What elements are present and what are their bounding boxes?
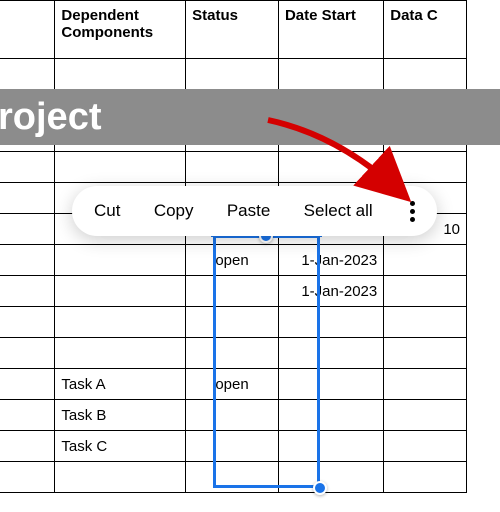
cell-date: 1-Jan-2023: [278, 276, 383, 307]
header-task[interactable]: sk: [0, 1, 55, 59]
table-row[interactable]: 1-Jan-2023: [0, 276, 467, 307]
project-title-text: roject: [0, 96, 101, 139]
table-row[interactable]: open1-Jan-2023: [0, 245, 467, 276]
header-dependent-components[interactable]: Dependent Components: [55, 1, 186, 59]
paste-button[interactable]: Paste: [227, 201, 270, 221]
header-row: sk Dependent Components Status Date Star…: [0, 1, 467, 59]
cell-status: open: [186, 245, 279, 276]
cell-dependent: Task C: [55, 431, 186, 462]
table-row[interactable]: [0, 307, 467, 338]
table-row[interactable]: Task C: [0, 431, 467, 462]
table-row[interactable]: Task Aopen: [0, 369, 467, 400]
cell-status: open: [186, 369, 279, 400]
table-row[interactable]: [0, 462, 467, 493]
spreadsheet-grid[interactable]: sk Dependent Components Status Date Star…: [0, 0, 467, 493]
table-row[interactable]: [0, 59, 467, 90]
header-status[interactable]: Status: [186, 1, 279, 59]
select-all-button[interactable]: Select all: [304, 201, 373, 221]
table-row[interactable]: Task B: [0, 400, 467, 431]
cut-button[interactable]: Cut: [94, 201, 120, 221]
cell-date: 1-Jan-2023: [278, 245, 383, 276]
header-data-c[interactable]: Data C: [384, 1, 467, 59]
context-menu: Cut Copy Paste Select all: [72, 186, 437, 236]
header-date-start[interactable]: Date Start: [278, 1, 383, 59]
project-title-banner: roject: [0, 89, 500, 145]
cell-dependent: Task B: [55, 400, 186, 431]
table-row[interactable]: [0, 152, 467, 183]
copy-button[interactable]: Copy: [154, 201, 194, 221]
table-row[interactable]: [0, 338, 467, 369]
cell-dependent: Task A: [55, 369, 186, 400]
more-options-icon[interactable]: [406, 197, 419, 226]
